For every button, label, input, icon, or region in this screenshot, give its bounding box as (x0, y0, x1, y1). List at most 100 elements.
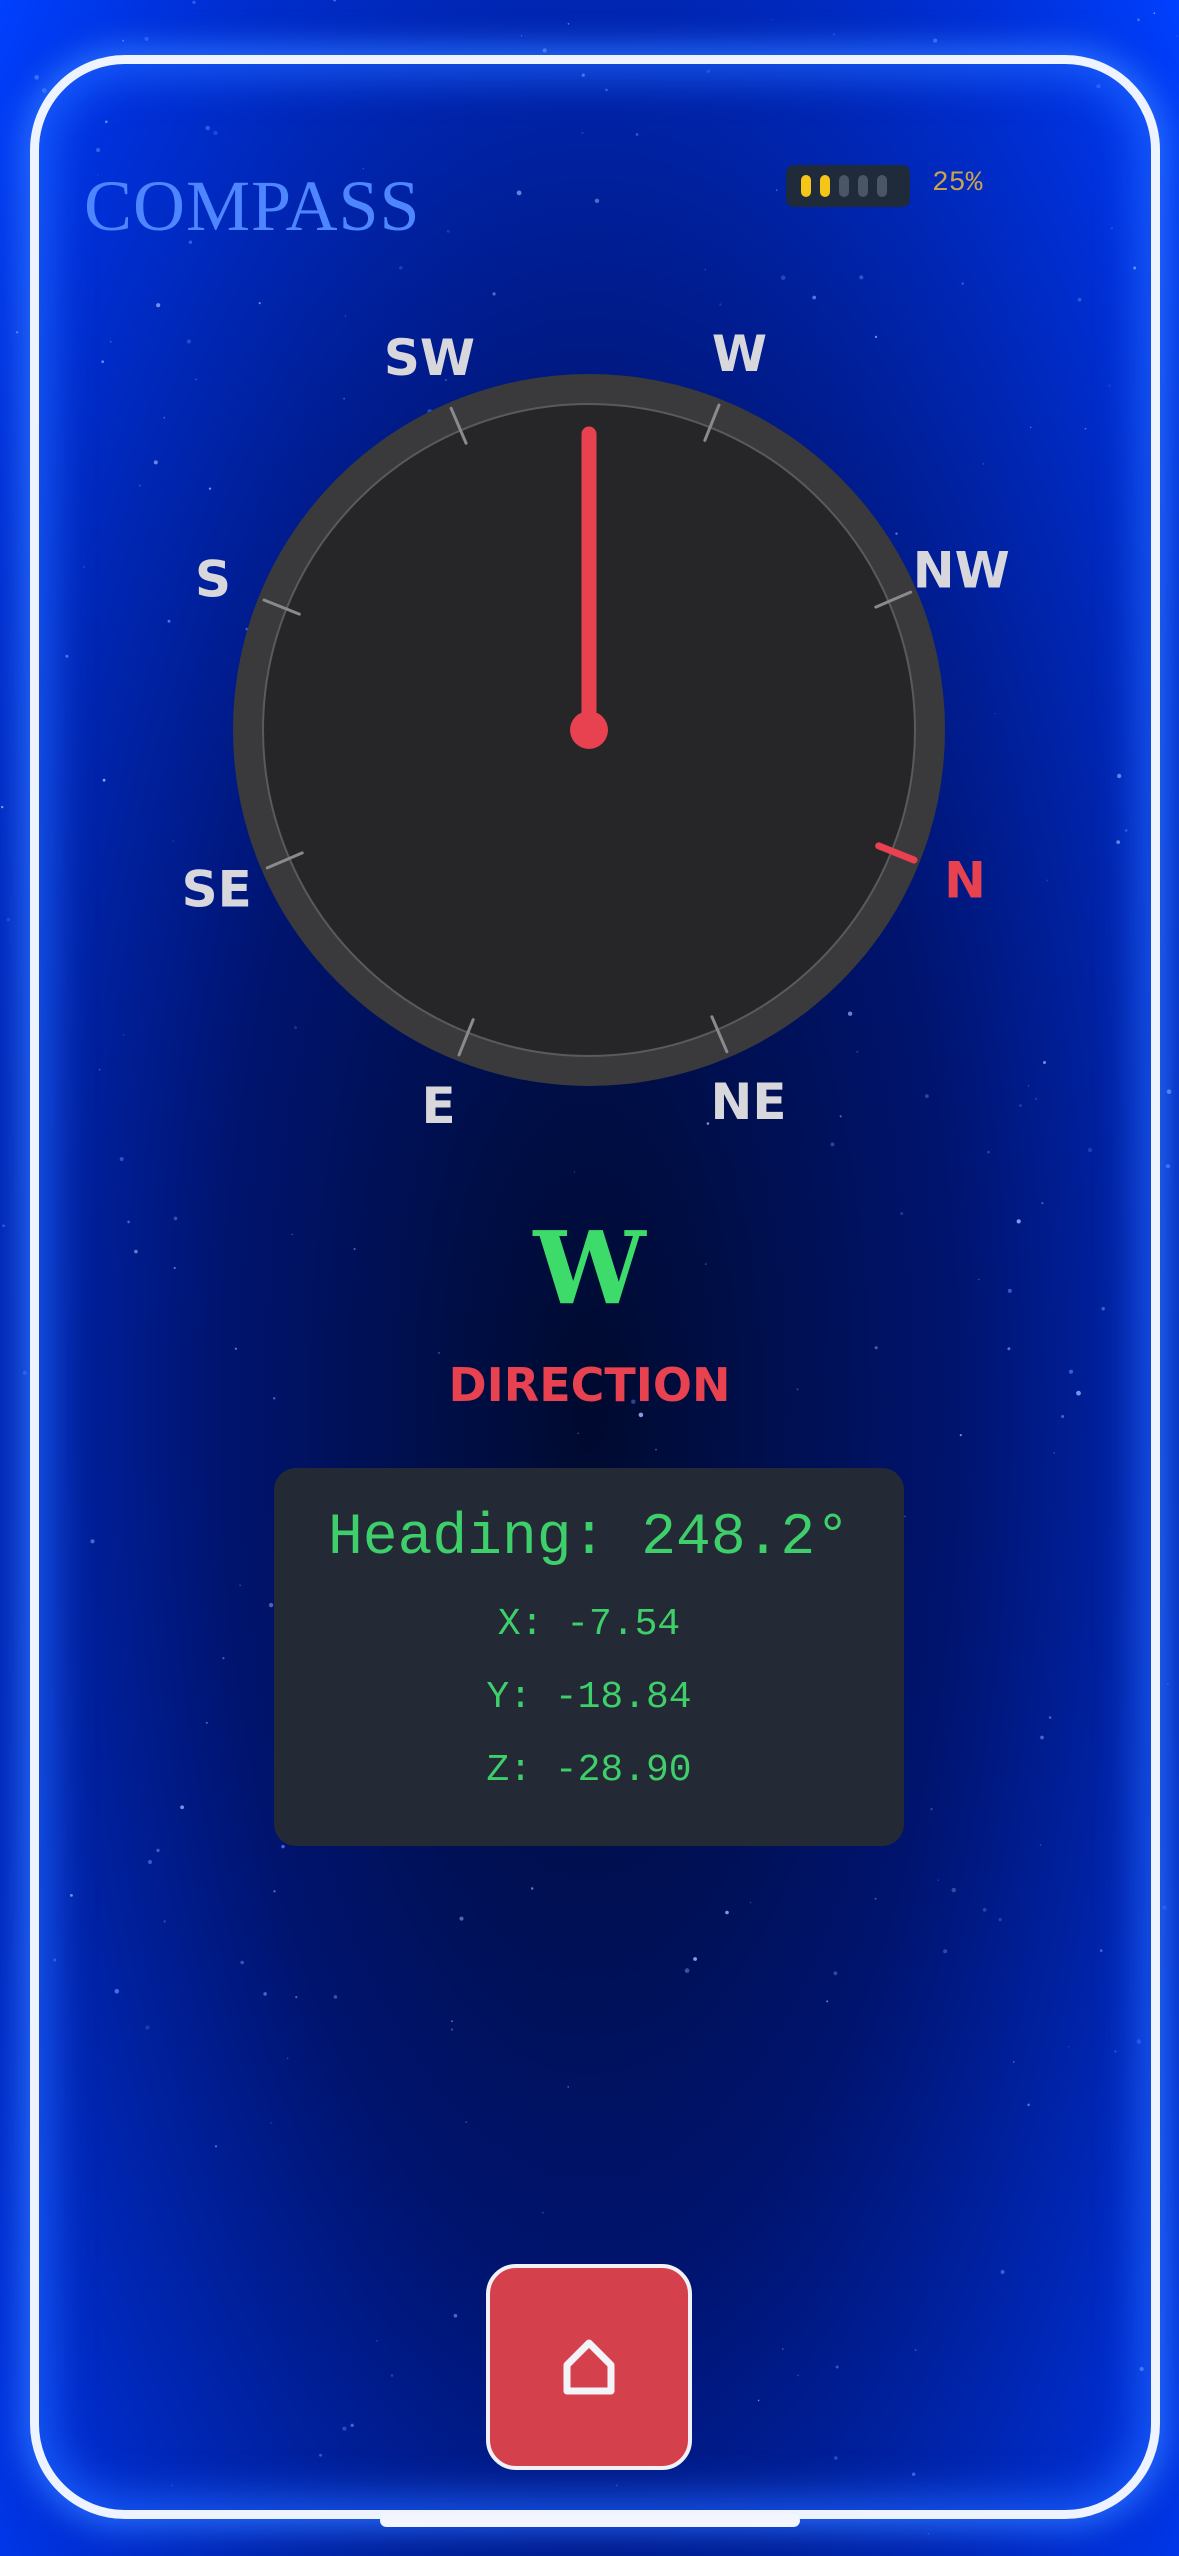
star (782, 2348, 784, 2350)
compass-label-e: E (422, 1077, 456, 1135)
star (342, 2426, 347, 2431)
star (459, 1916, 464, 1921)
direction-caption: DIRECTION (448, 1358, 731, 1412)
star (542, 2211, 544, 2214)
star (1099, 1949, 1103, 1952)
star (234, 1347, 238, 1351)
star (1061, 1415, 1065, 1418)
star (465, 2121, 468, 2124)
star (147, 1859, 153, 1865)
star (222, 1657, 225, 1660)
compass-label-se: SE (182, 861, 252, 919)
star (749, 1901, 752, 1904)
y-axis-value: Y: -18.84 (486, 1676, 692, 1719)
star (1165, 1164, 1171, 1169)
star (567, 2086, 570, 2088)
star (982, 1908, 987, 1912)
compass-label-ne: NE (711, 1073, 787, 1131)
star (927, 2532, 930, 2535)
star (835, 2365, 839, 2369)
heading-value: Heading: 248.2° (327, 1506, 851, 1571)
star (390, 2374, 394, 2377)
star (319, 2453, 322, 2457)
star (437, 1351, 440, 1354)
compass-screen: COMPASS 25% N NE E SE S SW W NW W DIRECTION Hea… (0, 0, 1179, 2556)
star (90, 1539, 95, 1544)
star (684, 1968, 690, 1973)
star (725, 1910, 729, 1915)
star (114, 1988, 120, 1994)
star (826, 2000, 829, 2003)
star (951, 1887, 957, 1893)
star (998, 1918, 1002, 1922)
star (1041, 1202, 1044, 1205)
needle-pivot (570, 711, 608, 749)
star (638, 1412, 644, 1418)
star (834, 2456, 838, 2460)
sensor-readout-panel: Heading: 248.2° X: -7.54 Y: -18.84 Z: -2… (274, 1468, 904, 1846)
star (833, 1971, 838, 1976)
star (156, 1848, 160, 1853)
star (1040, 1735, 1044, 1740)
star (295, 1996, 298, 1999)
compass-label-s: S (195, 551, 231, 609)
star (273, 1890, 276, 1893)
star (268, 1602, 274, 1608)
compass-dial: N NE E SE S SW W NW (182, 325, 1010, 1135)
star (286, 2057, 289, 2060)
star (797, 2374, 799, 2377)
star (1139, 2366, 1144, 2372)
compass-label-w: W (712, 325, 767, 383)
star (1007, 1347, 1011, 1351)
star (1048, 1716, 1052, 1719)
star (53, 1958, 57, 1962)
star (1027, 2103, 1030, 2107)
star (350, 2423, 354, 2427)
star (453, 2313, 458, 2318)
star (573, 1171, 576, 1173)
star (1053, 1452, 1055, 1454)
star (914, 2349, 917, 2351)
star (239, 1584, 241, 1587)
star (874, 1346, 878, 1350)
star (214, 2145, 218, 2148)
star (1039, 1844, 1042, 1846)
star (1166, 1683, 1169, 1685)
star (615, 2484, 618, 2487)
star (531, 1887, 534, 1890)
star (171, 2484, 173, 2487)
star (930, 1808, 933, 1811)
star (1067, 2046, 1070, 2048)
star (577, 1432, 579, 1435)
star (240, 1960, 244, 1965)
star (987, 1150, 990, 1154)
compass-label-n: N (944, 851, 986, 909)
star (263, 1992, 267, 1996)
compass-label-sw: SW (384, 329, 475, 387)
star (376, 2339, 378, 2342)
star (1012, 2061, 1015, 2063)
star (70, 1894, 73, 1897)
home-indicator-bar[interactable] (380, 2514, 800, 2527)
star (1162, 1905, 1167, 1910)
star (281, 1844, 285, 1849)
current-direction: W (533, 1209, 646, 1327)
star (937, 1879, 939, 1881)
star (693, 1957, 697, 1961)
star (959, 1434, 962, 1437)
star (450, 2028, 454, 2031)
star (1000, 2269, 1005, 2275)
star (757, 2399, 760, 2402)
star (943, 1949, 948, 1954)
star (163, 1920, 166, 1923)
star (145, 2025, 150, 2030)
star (180, 1805, 185, 1810)
compass-label-nw: NW (913, 541, 1010, 599)
star (655, 1448, 657, 1451)
star (912, 2472, 916, 2476)
star (1114, 2050, 1117, 2053)
star (333, 1995, 338, 1999)
star (270, 2122, 272, 2124)
star (119, 1157, 124, 1161)
home-button[interactable] (486, 2264, 692, 2470)
